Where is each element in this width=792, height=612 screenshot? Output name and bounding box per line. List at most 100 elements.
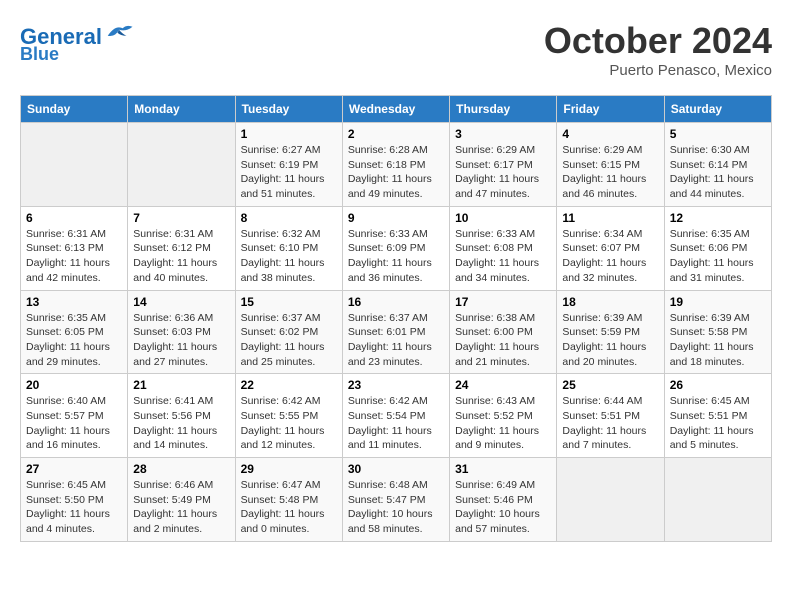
day-info: Sunrise: 6:33 AMSunset: 6:08 PMDaylight:… [455,227,551,286]
day-info: Sunrise: 6:28 AMSunset: 6:18 PMDaylight:… [348,143,444,202]
calendar-cell: 25 Sunrise: 6:44 AMSunset: 5:51 PMDayligh… [557,374,664,458]
day-number: 8 [241,211,337,225]
day-info: Sunrise: 6:31 AMSunset: 6:12 PMDaylight:… [133,227,229,286]
day-number: 24 [455,378,551,392]
day-info: Sunrise: 6:39 AMSunset: 5:58 PMDaylight:… [670,311,766,370]
calendar-cell [557,458,664,542]
day-number: 12 [670,211,766,225]
calendar-cell [664,458,771,542]
column-header-monday: Monday [128,96,235,123]
page-header: General Blue October 2024 Puerto Penasco… [20,20,772,79]
calendar-cell: 21 Sunrise: 6:41 AMSunset: 5:56 PMDayligh… [128,374,235,458]
day-info: Sunrise: 6:27 AMSunset: 6:19 PMDaylight:… [241,143,337,202]
day-number: 20 [26,378,122,392]
day-info: Sunrise: 6:48 AMSunset: 5:47 PMDaylight:… [348,478,444,537]
day-info: Sunrise: 6:42 AMSunset: 5:54 PMDaylight:… [348,394,444,453]
day-number: 19 [670,295,766,309]
day-number: 23 [348,378,444,392]
day-info: Sunrise: 6:46 AMSunset: 5:49 PMDaylight:… [133,478,229,537]
day-info: Sunrise: 6:31 AMSunset: 6:13 PMDaylight:… [26,227,122,286]
day-info: Sunrise: 6:37 AMSunset: 6:01 PMDaylight:… [348,311,444,370]
day-number: 27 [26,462,122,476]
calendar-cell: 27Sunrise: 6:45 AMSunset: 5:50 PMDayligh… [21,458,128,542]
day-info: Sunrise: 6:42 AMSunset: 5:55 PMDaylight:… [241,394,337,453]
week-row-4: 20 Sunrise: 6:40 AMSunset: 5:57 PMDayligh… [21,374,772,458]
day-number: 1 [241,127,337,141]
calendar-cell: 6 Sunrise: 6:31 AMSunset: 6:13 PMDaylight… [21,206,128,290]
day-number: 6 [26,211,122,225]
day-number: 15 [241,295,337,309]
day-info: Sunrise: 6:43 AMSunset: 5:52 PMDaylight:… [455,394,551,453]
column-header-tuesday: Tuesday [235,96,342,123]
day-number: 31 [455,462,551,476]
calendar-cell: 24 Sunrise: 6:43 AMSunset: 5:52 PMDayligh… [450,374,557,458]
day-number: 26 [670,378,766,392]
calendar-table: SundayMondayTuesdayWednesdayThursdayFrid… [20,95,772,542]
day-info: Sunrise: 6:29 AMSunset: 6:15 PMDaylight:… [562,143,658,202]
calendar-cell [128,123,235,207]
calendar-cell: 14Sunrise: 6:36 AMSunset: 6:03 PMDayligh… [128,290,235,374]
column-header-wednesday: Wednesday [342,96,449,123]
week-row-2: 6 Sunrise: 6:31 AMSunset: 6:13 PMDaylight… [21,206,772,290]
day-info: Sunrise: 6:47 AMSunset: 5:48 PMDaylight:… [241,478,337,537]
day-info: Sunrise: 6:32 AMSunset: 6:10 PMDaylight:… [241,227,337,286]
calendar-cell: 9 Sunrise: 6:33 AMSunset: 6:09 PMDaylight… [342,206,449,290]
calendar-cell: 8 Sunrise: 6:32 AMSunset: 6:10 PMDaylight… [235,206,342,290]
calendar-cell: 11 Sunrise: 6:34 AMSunset: 6:07 PMDayligh… [557,206,664,290]
calendar-cell: 18Sunrise: 6:39 AMSunset: 5:59 PMDayligh… [557,290,664,374]
calendar-cell: 3 Sunrise: 6:29 AMSunset: 6:17 PMDaylight… [450,123,557,207]
day-info: Sunrise: 6:35 AMSunset: 6:05 PMDaylight:… [26,311,122,370]
day-number: 9 [348,211,444,225]
title-block: October 2024 Puerto Penasco, Mexico [544,20,772,79]
day-info: Sunrise: 6:29 AMSunset: 6:17 PMDaylight:… [455,143,551,202]
day-number: 7 [133,211,229,225]
calendar-cell [21,123,128,207]
day-number: 16 [348,295,444,309]
day-info: Sunrise: 6:33 AMSunset: 6:09 PMDaylight:… [348,227,444,286]
calendar-cell: 15 Sunrise: 6:37 AMSunset: 6:02 PMDayligh… [235,290,342,374]
calendar-cell: 22 Sunrise: 6:42 AMSunset: 5:55 PMDayligh… [235,374,342,458]
calendar-cell: 10 Sunrise: 6:33 AMSunset: 6:08 PMDayligh… [450,206,557,290]
day-number: 14 [133,295,229,309]
calendar-cell: 7 Sunrise: 6:31 AMSunset: 6:12 PMDaylight… [128,206,235,290]
column-header-thursday: Thursday [450,96,557,123]
header-row: SundayMondayTuesdayWednesdayThursdayFrid… [21,96,772,123]
day-number: 4 [562,127,658,141]
day-number: 11 [562,211,658,225]
calendar-cell: 4 Sunrise: 6:29 AMSunset: 6:15 PMDaylight… [557,123,664,207]
day-number: 13 [26,295,122,309]
day-number: 29 [241,462,337,476]
day-number: 21 [133,378,229,392]
calendar-cell: 2 Sunrise: 6:28 AMSunset: 6:18 PMDaylight… [342,123,449,207]
calendar-cell: 19 Sunrise: 6:39 AMSunset: 5:58 PMDayligh… [664,290,771,374]
day-info: Sunrise: 6:38 AMSunset: 6:00 PMDaylight:… [455,311,551,370]
calendar-cell: 13 Sunrise: 6:35 AMSunset: 6:05 PMDayligh… [21,290,128,374]
day-number: 3 [455,127,551,141]
day-info: Sunrise: 6:44 AMSunset: 5:51 PMDaylight:… [562,394,658,453]
calendar-cell: 29 Sunrise: 6:47 AMSunset: 5:48 PMDayligh… [235,458,342,542]
column-header-friday: Friday [557,96,664,123]
day-number: 22 [241,378,337,392]
week-row-3: 13 Sunrise: 6:35 AMSunset: 6:05 PMDayligh… [21,290,772,374]
calendar-cell: 26Sunrise: 6:45 AMSunset: 5:51 PMDayligh… [664,374,771,458]
day-info: Sunrise: 6:34 AMSunset: 6:07 PMDaylight:… [562,227,658,286]
day-number: 2 [348,127,444,141]
day-number: 25 [562,378,658,392]
day-info: Sunrise: 6:41 AMSunset: 5:56 PMDaylight:… [133,394,229,453]
day-info: Sunrise: 6:40 AMSunset: 5:57 PMDaylight:… [26,394,122,453]
calendar-cell: 20 Sunrise: 6:40 AMSunset: 5:57 PMDayligh… [21,374,128,458]
calendar-cell: 17 Sunrise: 6:38 AMSunset: 6:00 PMDayligh… [450,290,557,374]
day-number: 5 [670,127,766,141]
week-row-5: 27Sunrise: 6:45 AMSunset: 5:50 PMDayligh… [21,458,772,542]
day-info: Sunrise: 6:49 AMSunset: 5:46 PMDaylight:… [455,478,551,537]
location-subtitle: Puerto Penasco, Mexico [544,62,772,79]
calendar-cell: 1 Sunrise: 6:27 AMSunset: 6:19 PMDaylight… [235,123,342,207]
day-info: Sunrise: 6:37 AMSunset: 6:02 PMDaylight:… [241,311,337,370]
calendar-cell: 28Sunrise: 6:46 AMSunset: 5:49 PMDayligh… [128,458,235,542]
day-number: 17 [455,295,551,309]
day-number: 10 [455,211,551,225]
week-row-1: 1 Sunrise: 6:27 AMSunset: 6:19 PMDaylight… [21,123,772,207]
column-header-sunday: Sunday [21,96,128,123]
day-number: 30 [348,462,444,476]
day-info: Sunrise: 6:35 AMSunset: 6:06 PMDaylight:… [670,227,766,286]
